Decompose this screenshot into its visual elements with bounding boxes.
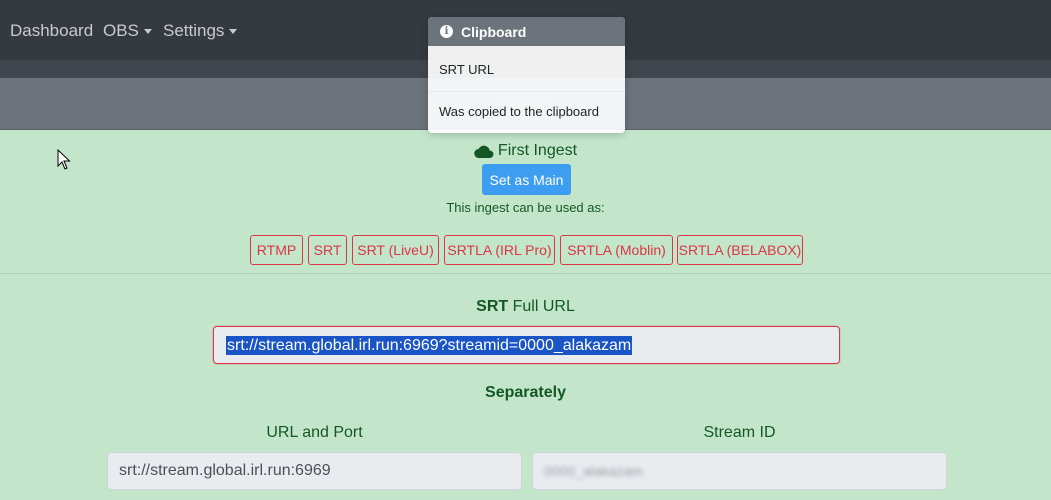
nav-obs-label: OBS bbox=[103, 21, 139, 40]
section-divider bbox=[0, 273, 1051, 274]
protocol-button-rtmp[interactable]: RTMP bbox=[250, 235, 303, 265]
stream-id-value: 0000_alakazam bbox=[544, 463, 643, 479]
cloud-icon bbox=[474, 145, 494, 158]
set-as-main-button[interactable]: Set as Main bbox=[482, 164, 571, 195]
toast-header: i Clipboard bbox=[428, 17, 625, 46]
full-url-field[interactable]: srt://stream.global.irl.run:6969?streami… bbox=[213, 326, 840, 364]
chevron-down-icon bbox=[143, 28, 152, 34]
stream-id-label: Stream ID bbox=[703, 424, 776, 441]
nav-settings-dropdown[interactable]: Settings bbox=[163, 21, 238, 41]
protocol-button-srtla-belabox[interactable]: SRTLA (BELABOX) bbox=[677, 235, 803, 265]
nav-obs-dropdown[interactable]: OBS bbox=[103, 21, 152, 41]
toast-message-body: Was copied to the clipboard bbox=[439, 104, 599, 119]
url-port-field[interactable]: srt://stream.global.irl.run:6969 bbox=[107, 452, 522, 490]
stream-id-field[interactable]: 0000_alakazam bbox=[532, 452, 947, 490]
protocol-button-srtla-irl-pro[interactable]: SRTLA (IRL Pro) bbox=[444, 235, 555, 265]
nav-settings-label: Settings bbox=[163, 21, 225, 40]
full-url-label-suffix: Full URL bbox=[512, 298, 575, 315]
ingest-title-text: First Ingest bbox=[497, 142, 578, 159]
nav-dashboard-label: Dashboard bbox=[10, 21, 94, 40]
url-port-value: srt://stream.global.irl.run:6969 bbox=[119, 462, 331, 479]
ingest-title: First Ingest bbox=[0, 142, 1051, 160]
nav-dashboard[interactable]: Dashboard bbox=[10, 21, 93, 41]
info-icon: i bbox=[440, 25, 453, 38]
url-port-label: URL and Port bbox=[266, 424, 363, 441]
toast-message-title: SRT URL bbox=[439, 62, 495, 77]
protocol-button-srtla-moblin[interactable]: SRTLA (Moblin) bbox=[560, 235, 673, 265]
full-url-protocol: SRT bbox=[476, 298, 509, 315]
separately-heading: Separately bbox=[485, 384, 566, 401]
toast-divider bbox=[428, 91, 625, 92]
full-url-label: SRT Full URL bbox=[0, 298, 1051, 316]
toast-title: Clipboard bbox=[461, 23, 527, 40]
mouse-cursor-icon bbox=[57, 149, 71, 170]
chevron-down-icon bbox=[229, 28, 238, 34]
full-url-value: srt://stream.global.irl.run:6969?streami… bbox=[226, 336, 633, 355]
clipboard-toast: i Clipboard SRT URL Was copied to the cl… bbox=[428, 17, 625, 133]
ingest-usage-text: This ingest can be used as: bbox=[446, 200, 605, 215]
protocol-button-srt[interactable]: SRT bbox=[308, 235, 347, 265]
protocol-button-srt-liveu[interactable]: SRT (LiveU) bbox=[352, 235, 439, 265]
